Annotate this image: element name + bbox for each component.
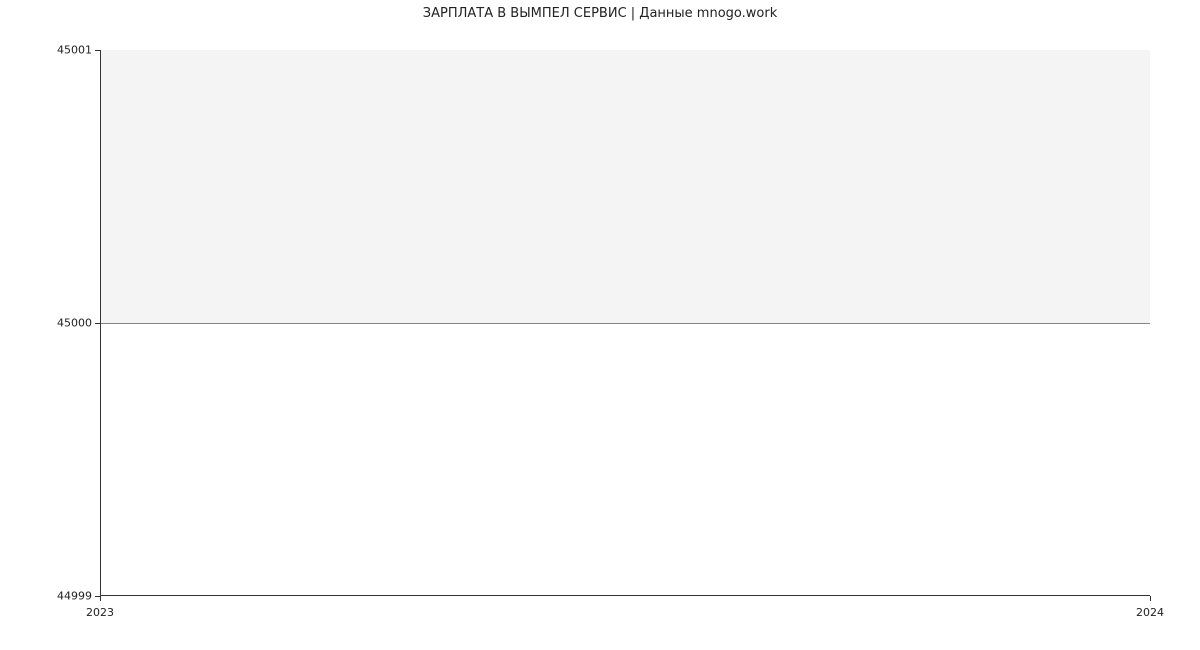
- plot-area: [100, 50, 1150, 596]
- x-tick-label: 2023: [86, 606, 114, 619]
- salary-chart: ЗАРПЛАТА В ВЫМПЕЛ СЕРВИС | Данные mnogo.…: [0, 0, 1200, 650]
- y-tick-label: 45000: [0, 317, 92, 330]
- x-tick: [1150, 596, 1151, 601]
- area-fill: [101, 50, 1150, 323]
- x-tick-label: 2024: [1136, 606, 1164, 619]
- y-tick-label: 44999: [0, 590, 92, 603]
- x-tick: [100, 596, 101, 601]
- y-tick-label: 45001: [0, 44, 92, 57]
- chart-title: ЗАРПЛАТА В ВЫМПЕЛ СЕРВИС | Данные mnogo.…: [0, 6, 1200, 21]
- series-line: [101, 323, 1150, 324]
